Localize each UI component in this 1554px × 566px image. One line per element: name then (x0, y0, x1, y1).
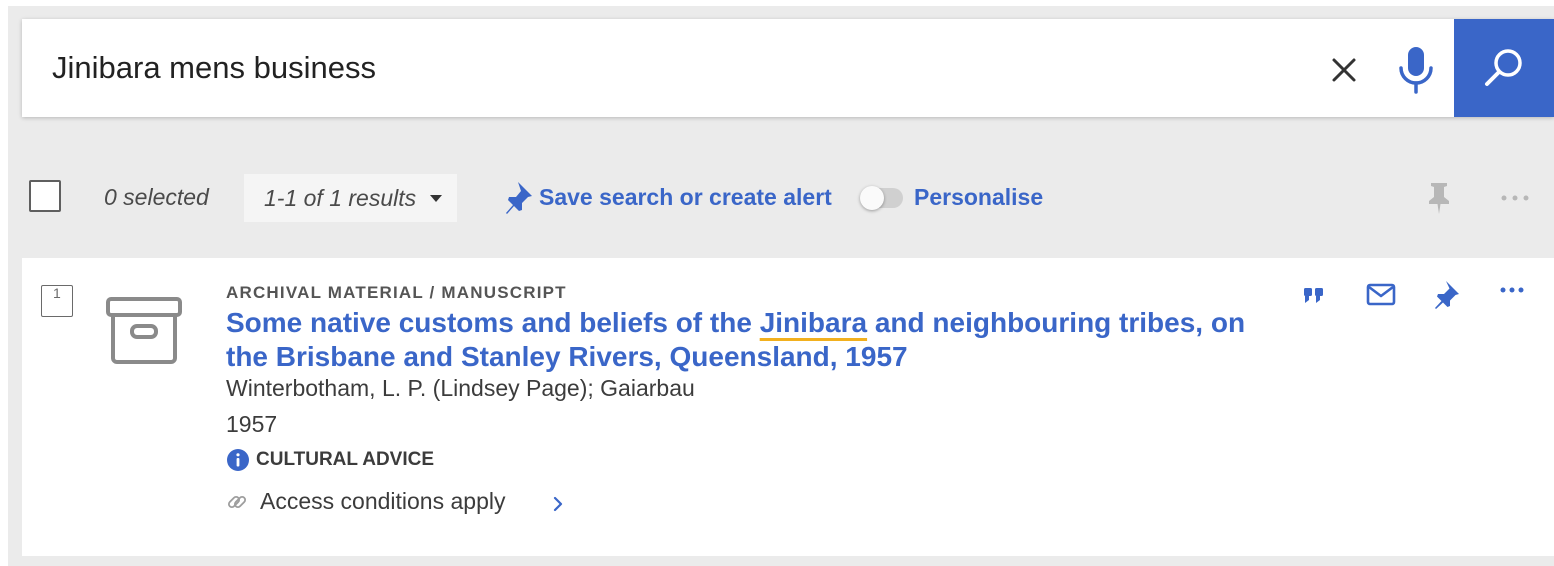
archive-box-icon (106, 297, 182, 364)
email-button[interactable] (1364, 278, 1398, 312)
chevron-right-icon (553, 496, 563, 512)
results-range-dropdown[interactable]: 1-1 of 1 results (244, 174, 457, 222)
search-button[interactable] (1454, 19, 1554, 117)
selected-count: 0 selected (104, 184, 209, 210)
more-horizontal-icon (1500, 287, 1524, 293)
personalise-label[interactable]: Personalise (914, 184, 1043, 211)
info-icon (227, 449, 249, 471)
pin-result-button[interactable] (1430, 278, 1464, 312)
toolbar-more-button[interactable] (1498, 184, 1532, 212)
quote-icon (1304, 288, 1323, 303)
search-input[interactable] (52, 43, 1232, 93)
result-creators: Winterbotham, L. P. (Lindsey Page); Gaia… (226, 375, 695, 401)
cite-button[interactable] (1298, 278, 1332, 312)
result-type: ARCHIVAL MATERIAL / MANUSCRIPT (226, 283, 567, 302)
save-search-label: Save search or create alert (539, 184, 832, 210)
results-range-label: 1-1 of 1 results (264, 185, 417, 211)
toggle-knob (860, 186, 884, 210)
title-highlight: Jinibara (759, 307, 868, 338)
link-icon (227, 495, 247, 509)
title-part: Some native customs and beliefs of the (226, 307, 760, 338)
access-conditions-label: Access conditions apply (260, 488, 506, 514)
close-icon (1332, 58, 1356, 82)
select-all-checkbox[interactable] (29, 180, 61, 212)
result-checkbox[interactable]: 1 (41, 285, 73, 317)
pin-icon (1435, 281, 1459, 309)
result-year: 1957 (226, 411, 278, 437)
caret-down-icon (430, 195, 442, 202)
result-more-button[interactable] (1496, 278, 1530, 312)
pin-icon (1429, 183, 1449, 214)
clear-search-button[interactable] (1322, 48, 1366, 92)
search-bar (22, 19, 1554, 117)
voice-search-button[interactable] (1394, 44, 1438, 96)
microphone-icon (1399, 47, 1433, 94)
personalise-toggle[interactable] (860, 186, 903, 210)
envelope-icon (1366, 283, 1396, 306)
cultural-advice-label: CULTURAL ADVICE (256, 449, 435, 470)
search-icon (1485, 49, 1522, 86)
result-item: 1 ARCHIVAL MATERIAL / MANUSCRIPT Some na… (22, 258, 1554, 556)
result-title-link[interactable]: Some native customs and beliefs of the J… (226, 306, 1246, 374)
more-horizontal-icon (1501, 195, 1529, 201)
toolbar-pin-button[interactable] (1424, 180, 1454, 216)
result-index: 1 (53, 285, 61, 301)
pin-icon (506, 182, 532, 214)
